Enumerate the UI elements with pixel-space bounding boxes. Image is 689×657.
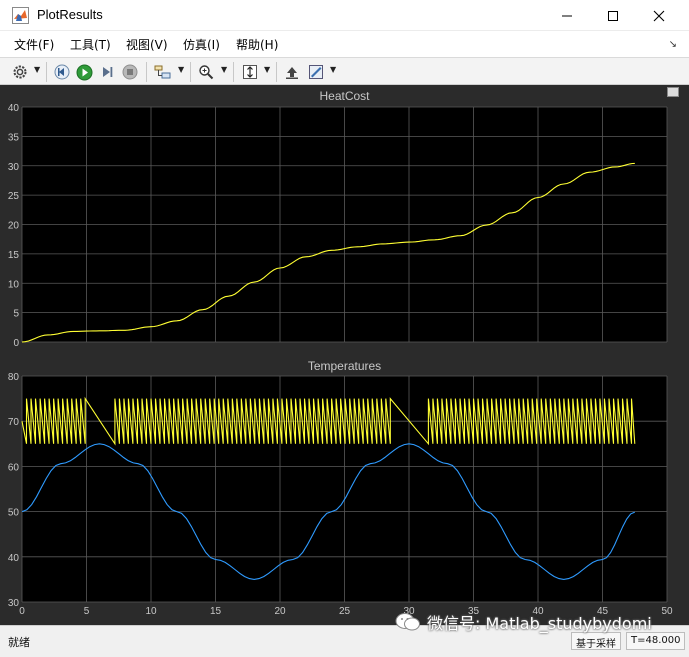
fit-dropdown-icon[interactable]: ▼ — [264, 65, 270, 74]
x-tick-label: 15 — [210, 606, 222, 617]
x-tick-label: 25 — [339, 606, 351, 617]
step-back-icon — [54, 64, 70, 80]
y-tick-label: 50 — [8, 508, 20, 519]
step-back-button[interactable] — [52, 62, 72, 82]
fit-axes-button[interactable] — [240, 62, 260, 82]
signal-select-icon — [154, 65, 171, 79]
status-time: T=48.000 — [626, 632, 686, 650]
status-ready: 就绪 — [8, 636, 30, 649]
x-tick-label: 50 — [661, 606, 673, 617]
run-icon — [76, 64, 92, 80]
menu-help[interactable]: 帮助(H) — [236, 36, 278, 53]
y-tick-label: 70 — [8, 417, 20, 428]
y-tick-label: 15 — [8, 250, 20, 261]
window-title: PlotResults — [37, 7, 103, 22]
signal-dropdown-icon[interactable]: ▼ — [178, 65, 184, 74]
y-tick-label: 60 — [8, 462, 20, 473]
zoom-icon — [199, 65, 214, 80]
settings-button[interactable] — [10, 62, 30, 82]
scope-plots: HeatCost 0 5 10 15 20 25 30 35 40 Temperatures 0 5 10… — [8, 89, 673, 617]
toolbar-separator — [146, 62, 147, 82]
toolbar-separator — [276, 62, 277, 82]
menu-file[interactable]: 文件(F) — [14, 36, 54, 53]
step-forward-icon — [103, 67, 113, 77]
signal-select-button[interactable] — [152, 62, 174, 82]
menu-simulation[interactable]: 仿真(I) — [183, 36, 220, 53]
y-tick-label: 10 — [8, 279, 20, 290]
x-tick-label: 10 — [145, 606, 157, 617]
zoom-dropdown-icon[interactable]: ▼ — [221, 65, 227, 74]
menu-collapse-icon[interactable]: ↘ — [669, 39, 677, 50]
y-tick-label: 35 — [8, 132, 20, 143]
stop-icon — [122, 64, 138, 80]
highlight-icon — [286, 67, 298, 79]
toolbar-separator — [190, 62, 191, 82]
y-tick-label: 0 — [13, 338, 19, 349]
maximize-icon — [608, 10, 618, 21]
run-button[interactable] — [74, 62, 94, 82]
watermark: 微信号: Matlab_studybydomi — [395, 610, 652, 634]
settings-dropdown-icon[interactable]: ▼ — [34, 65, 40, 74]
gear-icon — [13, 65, 27, 79]
y-tick-label: 80 — [8, 372, 20, 383]
watermark-text: 微信号: Matlab_studybydomi — [427, 614, 652, 633]
stop-button[interactable] — [120, 62, 140, 82]
menu-tools[interactable]: 工具(T) — [70, 36, 111, 53]
menu-view[interactable]: 视图(V) — [126, 36, 168, 53]
axes-title: Temperatures — [308, 359, 381, 373]
toolbar-separator — [233, 62, 234, 82]
close-icon — [653, 10, 665, 21]
y-tick-label: 25 — [8, 191, 20, 202]
toolbar-separator — [46, 62, 47, 82]
minimize-icon — [562, 15, 572, 16]
x-tick-label: 5 — [84, 606, 90, 617]
minimize-button[interactable] — [544, 0, 590, 31]
x-tick-label: 20 — [274, 606, 286, 617]
toolbar: ▼ ▼ ▼ ▼ ▼ — [0, 57, 689, 85]
y-tick-label: 20 — [8, 221, 20, 232]
menu-bar: 文件(F) 工具(T) 视图(V) 仿真(I) 帮助(H) ↘ — [0, 31, 689, 57]
matlab-app-icon — [12, 7, 29, 24]
zoom-button[interactable] — [196, 62, 216, 82]
y-tick-label: 30 — [8, 162, 20, 173]
fit-axes-icon — [243, 65, 257, 79]
x-tick-label: 0 — [19, 606, 25, 617]
y-tick-label: 5 — [13, 309, 19, 320]
wechat-icon — [395, 613, 420, 631]
close-button[interactable] — [636, 0, 682, 31]
scope-plot-area: HeatCost 0 5 10 15 20 25 30 35 40 Temperatures 0 5 10… — [0, 85, 689, 625]
y-tick-label: 40 — [8, 553, 20, 564]
style-icon — [309, 65, 323, 79]
style-dropdown-icon[interactable]: ▼ — [330, 65, 336, 74]
title-bar: PlotResults — [0, 0, 689, 31]
step-forward-button[interactable] — [97, 62, 117, 82]
undock-axes-icon[interactable] — [667, 87, 679, 97]
y-tick-label: 40 — [8, 103, 20, 114]
status-sample-mode: 基于采样 — [571, 632, 621, 650]
highlight-button[interactable] — [282, 62, 302, 82]
style-button[interactable] — [306, 62, 326, 82]
axes-title: HeatCost — [319, 89, 370, 103]
y-tick-label: 30 — [8, 598, 20, 609]
maximize-button[interactable] — [590, 0, 636, 31]
